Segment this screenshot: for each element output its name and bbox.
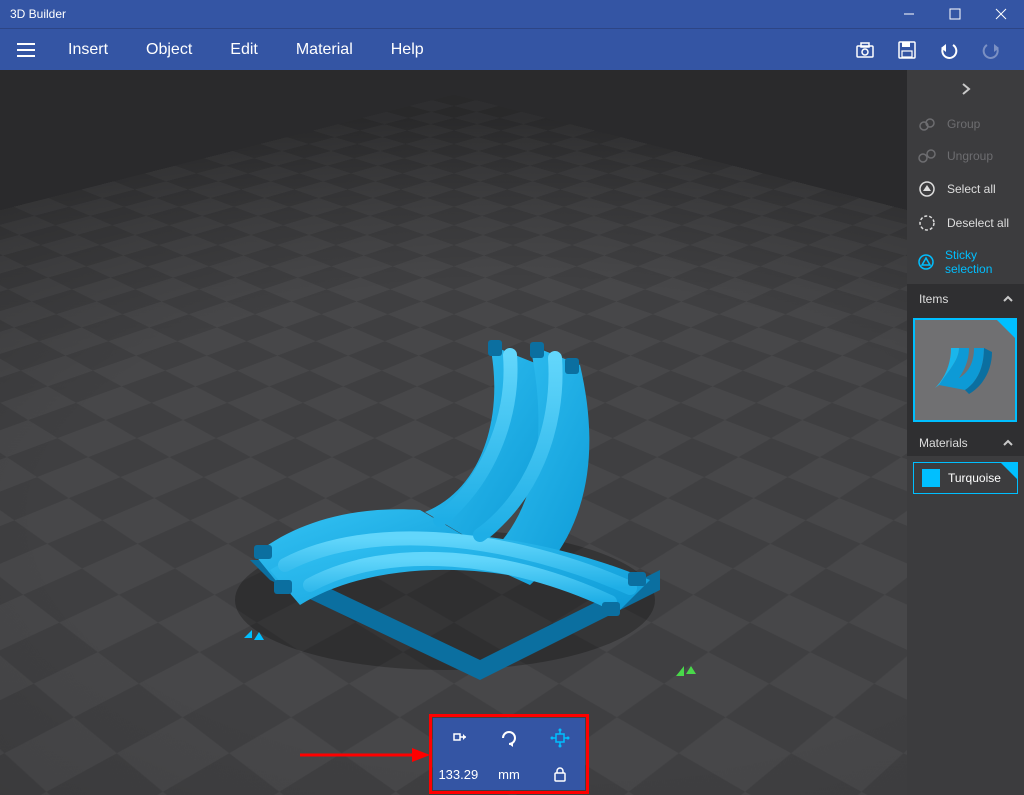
- ungroup-label: Ungroup: [947, 149, 993, 163]
- minimize-button[interactable]: [886, 0, 932, 28]
- menu-help[interactable]: Help: [375, 35, 440, 65]
- menu-object[interactable]: Object: [130, 35, 208, 65]
- collapse-panel[interactable]: [907, 70, 1024, 108]
- sticky-selection-icon: [917, 253, 935, 271]
- deselect-all-button[interactable]: Deselect all: [907, 206, 1024, 240]
- menu-insert[interactable]: Insert: [52, 35, 124, 65]
- axis-gizmo-xy: [242, 624, 270, 644]
- chevron-up-icon: [1002, 294, 1014, 304]
- checkmark-icon: ✓: [1006, 321, 1014, 332]
- materials-header[interactable]: Materials: [907, 428, 1024, 456]
- lock-aspect-icon[interactable]: [534, 766, 585, 782]
- camera-print-icon[interactable]: [848, 33, 882, 67]
- group-icon: [917, 116, 937, 132]
- undo-icon[interactable]: [932, 33, 966, 67]
- deselect-all-icon: [917, 214, 937, 232]
- items-header[interactable]: Items: [907, 284, 1024, 312]
- group-label: Group: [947, 117, 980, 131]
- redo-icon[interactable]: [974, 33, 1008, 67]
- model-object[interactable]: [230, 310, 670, 710]
- maximize-button[interactable]: [932, 0, 978, 28]
- chevron-up-icon: [1002, 438, 1014, 448]
- transform-unit[interactable]: mm: [484, 767, 535, 782]
- material-swatch: [922, 469, 940, 487]
- side-panel: Group Ungroup Select all Deselect all St…: [907, 70, 1024, 795]
- transform-value[interactable]: 133.29: [433, 767, 484, 782]
- checkmark-icon: ✓: [1008, 463, 1016, 474]
- rotate-tool[interactable]: [484, 718, 535, 758]
- item-thumbnail-icon: [929, 340, 1001, 400]
- title-bar: 3D Builder: [0, 0, 1024, 28]
- items-label: Items: [919, 292, 948, 306]
- group-button[interactable]: Group: [907, 108, 1024, 140]
- viewport-3d[interactable]: 133.29 mm: [0, 70, 907, 795]
- item-thumbnail[interactable]: ✓: [913, 318, 1017, 422]
- sticky-selection-label: Sticky selection: [945, 248, 1014, 276]
- materials-label: Materials: [919, 436, 968, 450]
- menu-bar: Insert Object Edit Material Help: [0, 28, 1024, 70]
- save-icon[interactable]: [890, 33, 924, 67]
- hamburger-menu[interactable]: [8, 43, 44, 57]
- select-all-label: Select all: [947, 182, 996, 196]
- menu-edit[interactable]: Edit: [214, 35, 274, 65]
- deselect-all-label: Deselect all: [947, 216, 1009, 230]
- menu-material[interactable]: Material: [280, 35, 369, 65]
- material-name: Turquoise: [948, 471, 1001, 485]
- material-item[interactable]: Turquoise ✓: [913, 462, 1018, 494]
- transform-toolbar: 133.29 mm: [433, 718, 585, 790]
- axis-gizmo-z: [672, 662, 698, 682]
- close-button[interactable]: [978, 0, 1024, 28]
- scale-tool[interactable]: [534, 718, 585, 758]
- ungroup-icon: [917, 148, 937, 164]
- sticky-selection-button[interactable]: Sticky selection: [907, 240, 1024, 284]
- ungroup-button[interactable]: Ungroup: [907, 140, 1024, 172]
- select-all-icon: [917, 180, 937, 198]
- window-title: 3D Builder: [10, 7, 66, 21]
- select-all-button[interactable]: Select all: [907, 172, 1024, 206]
- move-tool[interactable]: [433, 718, 484, 758]
